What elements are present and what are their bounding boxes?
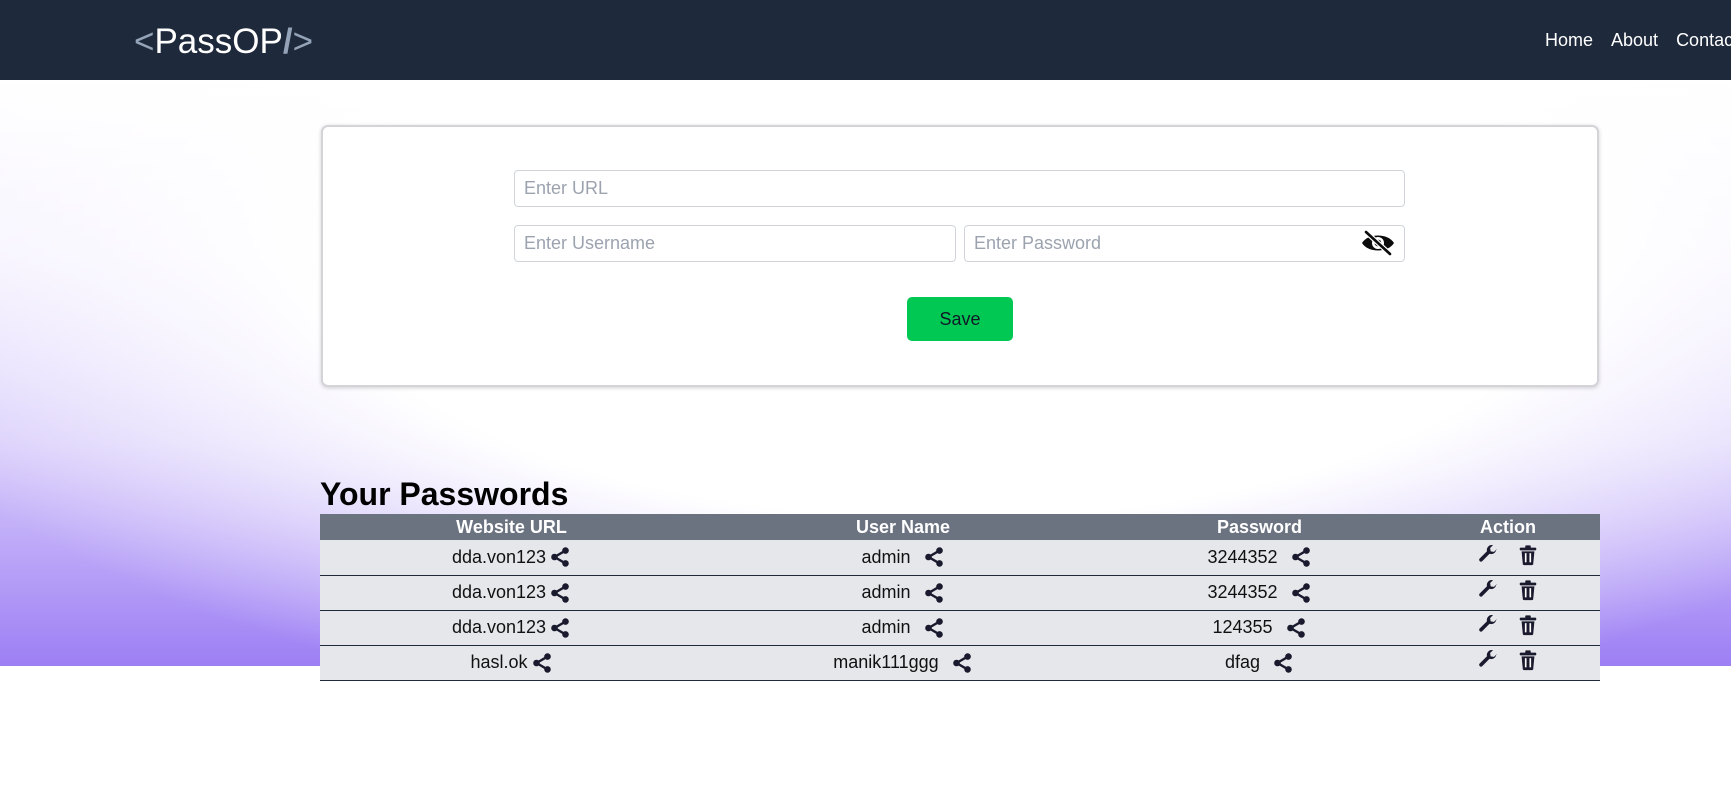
password-cell: 3244352 (1103, 575, 1416, 611)
username-text: admin (861, 582, 911, 602)
action-cell (1416, 610, 1600, 646)
password-text: dfag (1224, 652, 1261, 672)
passwords-table: Website URL User Name Password Action dd… (320, 514, 1600, 681)
share-icon[interactable] (1290, 546, 1312, 568)
username-input[interactable]: Enter Username (514, 225, 956, 262)
delete-trash-icon[interactable] (1517, 544, 1539, 566)
site-cell: hasl.ok (320, 645, 703, 681)
logo[interactable]: <PassOP/> (134, 22, 313, 62)
username-cell: manik111ggg (703, 645, 1103, 681)
delete-trash-icon[interactable] (1517, 649, 1539, 671)
site-cell: dda.von123 (320, 575, 703, 611)
share-icon[interactable] (1290, 582, 1312, 604)
share-icon[interactable] (1285, 617, 1307, 639)
site-text[interactable]: dda.von123 (452, 582, 546, 603)
share-icon[interactable] (549, 546, 571, 568)
edit-wrench-icon[interactable] (1477, 579, 1499, 601)
username-text: admin (861, 546, 911, 567)
share-icon[interactable] (923, 617, 945, 639)
action-cell (1416, 575, 1600, 611)
share-icon[interactable] (951, 652, 973, 674)
delete-trash-icon[interactable] (1517, 614, 1539, 636)
password-cell: dfag (1103, 645, 1416, 681)
password-text: 124355 (1212, 617, 1273, 637)
table-row: dda.von123 admin 124355 (320, 610, 1600, 646)
navbar: <PassOP/> Home About Contact (0, 0, 1731, 80)
site-cell: dda.von123 (320, 610, 703, 646)
share-icon[interactable] (923, 582, 945, 604)
action-cell (1416, 645, 1600, 681)
logo-open-bracket: < (134, 22, 155, 61)
nav-about[interactable]: About (1611, 30, 1658, 51)
nav-contact[interactable]: Contact (1676, 30, 1731, 51)
site-text[interactable]: hasl.ok (470, 652, 527, 673)
share-icon[interactable] (531, 652, 553, 674)
table-row: hasl.ok manik111ggg dfag (320, 645, 1600, 681)
edit-wrench-icon[interactable] (1477, 614, 1499, 636)
site-cell: dda.von123 (320, 540, 703, 576)
column-header-action: Action (1416, 514, 1600, 540)
site-text[interactable]: dda.von123 (452, 617, 546, 638)
logo-slash: / (282, 22, 293, 61)
url-input[interactable]: Enter URL (514, 170, 1405, 207)
eye-slash-icon[interactable] (1360, 229, 1396, 257)
logo-text: PassOP (154, 22, 283, 61)
table-header-row: Website URL User Name Password Action (320, 514, 1600, 540)
username-text: admin (861, 617, 911, 637)
table-row: dda.von123 admin 3244352 (320, 540, 1600, 576)
site-text[interactable]: dda.von123 (452, 547, 546, 568)
username-cell: admin (703, 575, 1103, 611)
share-icon[interactable] (1272, 652, 1294, 674)
table-row: dda.von123 admin 3244352 (320, 575, 1600, 611)
share-icon[interactable] (923, 546, 945, 568)
password-text: 3244352 (1207, 546, 1278, 567)
save-button[interactable]: Save (907, 297, 1013, 341)
password-cell: 124355 (1103, 610, 1416, 646)
password-text: 3244352 (1207, 582, 1278, 602)
nav-home[interactable]: Home (1545, 30, 1593, 51)
username-text: manik111ggg (833, 652, 939, 672)
passwords-title: Your Passwords (320, 476, 569, 512)
password-input[interactable]: Enter Password (964, 225, 1405, 262)
username-cell: admin (703, 540, 1103, 576)
action-cell (1416, 540, 1600, 576)
share-icon[interactable] (549, 617, 571, 639)
logo-close-bracket: > (292, 22, 314, 61)
username-cell: admin (703, 610, 1103, 646)
column-header-password: Password (1103, 514, 1416, 540)
password-form-card (321, 125, 1599, 387)
share-icon[interactable] (549, 582, 571, 604)
nav-links: Home About Contact (1545, 30, 1731, 51)
edit-wrench-icon[interactable] (1477, 649, 1499, 671)
column-header-username: User Name (703, 514, 1103, 540)
edit-wrench-icon[interactable] (1477, 544, 1499, 566)
column-header-website: Website URL (320, 514, 703, 540)
password-cell: 3244352 (1103, 540, 1416, 576)
delete-trash-icon[interactable] (1517, 579, 1539, 601)
